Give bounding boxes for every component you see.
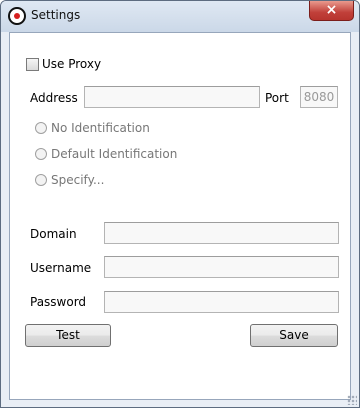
test-button[interactable]: Test	[25, 324, 111, 347]
password-label: Password	[30, 295, 87, 309]
address-input[interactable]	[84, 86, 260, 108]
domain-input[interactable]	[104, 222, 339, 244]
specify-identification-radio[interactable]	[35, 174, 47, 186]
specify-identification-label: Specify...	[51, 173, 105, 187]
default-identification-radio[interactable]	[35, 148, 47, 160]
use-proxy-label: Use Proxy	[42, 57, 102, 71]
no-identification-radio[interactable]	[35, 122, 47, 134]
port-label: Port	[265, 91, 289, 105]
default-identification-label: Default Identification	[51, 147, 178, 161]
settings-panel: Use Proxy Address Port 8080 No Identific…	[9, 32, 351, 400]
no-identification-label: No Identification	[51, 121, 150, 135]
username-input[interactable]	[104, 256, 339, 278]
settings-window: Settings × Use Proxy Address Port 8080 N…	[0, 0, 360, 408]
username-label: Username	[30, 261, 92, 275]
app-logo-icon	[8, 7, 26, 25]
resize-grip[interactable]	[347, 395, 357, 405]
domain-label: Domain	[30, 227, 77, 241]
close-button[interactable]: ×	[309, 1, 354, 21]
password-input[interactable]	[104, 291, 339, 313]
title-bar[interactable]: Settings ×	[1, 1, 359, 32]
save-button[interactable]: Save	[250, 324, 338, 347]
use-proxy-checkbox[interactable]	[26, 58, 39, 71]
address-label: Address	[30, 91, 78, 105]
window-title: Settings	[31, 8, 81, 22]
port-input[interactable]: 8080	[300, 86, 338, 108]
